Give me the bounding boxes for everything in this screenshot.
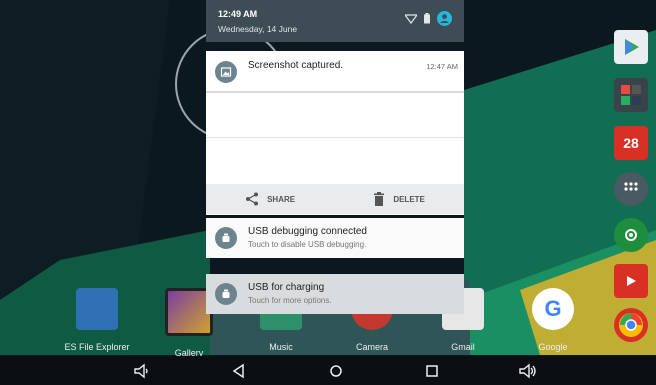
home-icon[interactable] — [327, 362, 345, 380]
es-file-explorer-icon — [76, 288, 118, 330]
calculator-icon[interactable] — [614, 78, 648, 112]
delete-label: DELETE — [393, 194, 425, 204]
android-icon — [215, 283, 237, 305]
app-es-file-explorer[interactable]: ES File Explorer — [62, 288, 132, 352]
notification-title: Screenshot captured. — [248, 60, 344, 71]
share-icon — [246, 192, 259, 206]
google-icon: G — [532, 288, 574, 330]
volume-down-icon[interactable] — [133, 362, 151, 380]
notification-subtitle: Touch for more options. — [248, 296, 332, 305]
notification-title: USB for charging — [248, 282, 325, 293]
play-store-icon[interactable] — [614, 30, 648, 64]
calendar-icon[interactable]: 28 — [614, 126, 648, 160]
chrome-icon[interactable] — [614, 308, 648, 342]
image-icon — [215, 61, 237, 83]
status-header: 12:49 AM Wednesday, 14 June — [206, 0, 464, 42]
notification-usb-charging[interactable]: USB for charging Touch for more options. — [206, 274, 464, 314]
navigation-bar — [0, 356, 656, 385]
notification-usb-debugging[interactable]: USB debugging connected Touch to disable… — [206, 218, 464, 258]
app-label: Camera — [355, 342, 388, 352]
share-button[interactable]: SHARE — [245, 192, 295, 206]
screenshot-actions: SHARE DELETE — [206, 184, 464, 214]
recents-icon[interactable] — [423, 362, 441, 380]
app-label: Google — [538, 342, 568, 352]
user-account-icon[interactable] — [437, 11, 452, 26]
status-date: Wednesday, 14 June — [218, 24, 298, 34]
youtube-icon[interactable] — [614, 264, 648, 298]
status-time: 12:49 AM — [218, 9, 258, 19]
app-label: Music — [269, 342, 293, 352]
share-label: SHARE — [267, 194, 296, 204]
notification-subtitle: Touch to disable USB debugging. — [248, 240, 367, 249]
notification-title: USB debugging connected — [248, 226, 367, 237]
notification-time: 12:47 AM — [426, 62, 458, 71]
delete-button[interactable]: DELETE — [373, 192, 425, 206]
screenshot-preview[interactable] — [206, 91, 464, 185]
app-google[interactable]: G Google — [518, 288, 588, 352]
volume-up-icon[interactable] — [518, 362, 536, 380]
app-label: Gmail — [451, 342, 475, 352]
back-icon[interactable] — [230, 362, 248, 380]
android-icon — [215, 227, 237, 249]
trash-icon — [374, 192, 385, 206]
battery-icon — [424, 13, 430, 24]
status-icons — [405, 11, 452, 26]
app-drawer-icon[interactable] — [614, 172, 648, 206]
app-label: ES File Explorer — [64, 342, 130, 352]
wifi-icon — [405, 13, 417, 24]
maps-icon[interactable] — [614, 218, 648, 252]
notification-shade: 12:49 AM Wednesday, 14 June Screenshot c… — [206, 0, 464, 318]
notification-screenshot[interactable]: Screenshot captured. 12:47 AM SHARE DELE… — [206, 51, 464, 215]
